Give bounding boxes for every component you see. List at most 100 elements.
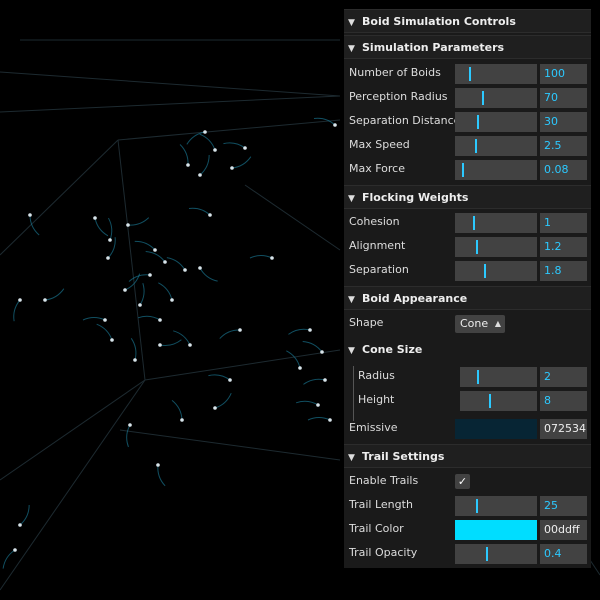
slider-handle[interactable] bbox=[462, 163, 464, 177]
trail-length-input[interactable]: 25 bbox=[540, 496, 587, 516]
enable-trails-checkbox[interactable]: ✓ bbox=[455, 474, 470, 489]
boid bbox=[186, 163, 190, 167]
alignment-input[interactable]: 1.2 bbox=[540, 237, 587, 257]
number-of-boids-input[interactable]: 100 bbox=[540, 64, 587, 84]
control-label: Shape bbox=[349, 316, 384, 329]
section-title: Boid Appearance bbox=[362, 292, 468, 305]
separation-slider[interactable] bbox=[455, 261, 537, 281]
boid-trail bbox=[94, 217, 109, 237]
section-header-simulation[interactable]: ▼ Simulation Parameters bbox=[344, 35, 591, 59]
emissive-hex-input[interactable]: 072534 bbox=[540, 419, 587, 439]
chevron-down-icon: ▼ bbox=[348, 44, 355, 54]
radius-slider[interactable] bbox=[460, 367, 537, 387]
control-label: Max Speed bbox=[349, 138, 410, 151]
boid bbox=[103, 318, 107, 322]
trail-color-swatch[interactable] bbox=[455, 520, 537, 540]
number-of-boids-slider[interactable] bbox=[455, 64, 537, 84]
boid bbox=[243, 146, 247, 150]
control-cohesion: Cohesion 1 bbox=[344, 210, 591, 234]
boid-trail bbox=[307, 417, 331, 421]
cohesion-input[interactable]: 1 bbox=[540, 213, 587, 233]
height-input[interactable]: 8 bbox=[540, 391, 587, 411]
boid bbox=[43, 298, 47, 302]
boid bbox=[203, 130, 207, 134]
trail-length-slider[interactable] bbox=[455, 496, 537, 516]
chevron-down-icon: ▼ bbox=[348, 194, 355, 204]
section-header-flocking[interactable]: ▼ Flocking Weights bbox=[344, 185, 591, 209]
alignment-slider[interactable] bbox=[455, 237, 537, 257]
boid-trail bbox=[130, 338, 137, 361]
boid-trail bbox=[157, 464, 166, 487]
boid-trail bbox=[134, 240, 156, 251]
section-title: Trail Settings bbox=[362, 450, 445, 463]
control-label: Cohesion bbox=[349, 215, 400, 228]
boid bbox=[208, 213, 212, 217]
trail-color-hex-input[interactable]: 00ddff bbox=[540, 520, 587, 540]
chevron-down-icon: ▼ bbox=[348, 346, 355, 356]
max-force-input[interactable]: 0.08 bbox=[540, 160, 587, 180]
max-speed-slider[interactable] bbox=[455, 136, 537, 156]
slider-handle[interactable] bbox=[489, 394, 491, 408]
boid-trail bbox=[137, 315, 161, 321]
separation-distance-input[interactable]: 30 bbox=[540, 112, 587, 132]
slider-handle[interactable] bbox=[482, 91, 484, 105]
separation-input[interactable]: 1.8 bbox=[540, 261, 587, 281]
slider-handle[interactable] bbox=[473, 216, 475, 230]
boid-trail bbox=[199, 154, 210, 176]
control-separation: Separation 1.8 bbox=[344, 258, 591, 282]
section-title: Simulation Parameters bbox=[362, 41, 505, 54]
section-header-cone-size[interactable]: ▼ Cone Size bbox=[344, 338, 591, 362]
slider-handle[interactable] bbox=[477, 115, 479, 129]
control-label: Emissive bbox=[349, 421, 398, 434]
slider-handle[interactable] bbox=[469, 67, 471, 81]
trail-opacity-slider[interactable] bbox=[455, 544, 537, 564]
boid bbox=[156, 463, 160, 467]
boid-trail bbox=[219, 329, 241, 339]
boid bbox=[213, 148, 217, 152]
max-force-slider[interactable] bbox=[455, 160, 537, 180]
boid bbox=[106, 256, 110, 260]
slider-handle[interactable] bbox=[476, 499, 478, 513]
section-header-trail[interactable]: ▼ Trail Settings bbox=[344, 444, 591, 468]
slider-handle[interactable] bbox=[477, 370, 479, 384]
boid bbox=[170, 298, 174, 302]
slider-handle[interactable] bbox=[475, 139, 477, 153]
panel-title-bar[interactable]: ▼ Boid Simulation Controls bbox=[344, 9, 591, 33]
boid bbox=[308, 328, 312, 332]
control-label: Height bbox=[358, 393, 395, 406]
boid bbox=[158, 343, 162, 347]
trail-opacity-input[interactable]: 0.4 bbox=[540, 544, 587, 564]
height-slider[interactable] bbox=[460, 391, 537, 411]
control-label: Separation Distance bbox=[349, 114, 461, 127]
control-label: Trail Opacity bbox=[349, 546, 418, 559]
section-title: Cone Size bbox=[362, 343, 423, 356]
control-trail-length: Trail Length 25 bbox=[344, 493, 591, 517]
boid bbox=[328, 418, 332, 422]
boid-trail bbox=[96, 323, 113, 341]
control-height: Height 8 bbox=[344, 388, 591, 412]
boid bbox=[163, 260, 167, 264]
boid-trail bbox=[214, 392, 232, 409]
boid bbox=[298, 366, 302, 370]
slider-handle[interactable] bbox=[484, 264, 486, 278]
boid-trail bbox=[166, 257, 186, 271]
boid-trail bbox=[295, 400, 319, 406]
section-header-appearance[interactable]: ▼ Boid Appearance bbox=[344, 286, 591, 310]
boid bbox=[126, 223, 130, 227]
slider-handle[interactable] bbox=[476, 240, 478, 254]
boid-trail bbox=[13, 299, 21, 322]
boid-trail bbox=[126, 424, 131, 448]
emissive-color-swatch[interactable] bbox=[455, 419, 537, 439]
section-title: Flocking Weights bbox=[362, 191, 469, 204]
boid-trail bbox=[303, 378, 326, 385]
control-label: Perception Radius bbox=[349, 90, 448, 103]
slider-handle[interactable] bbox=[486, 547, 488, 561]
perception-radius-input[interactable]: 70 bbox=[540, 88, 587, 108]
separation-distance-slider[interactable] bbox=[455, 112, 537, 132]
boid-flock bbox=[2, 117, 337, 569]
max-speed-input[interactable]: 2.5 bbox=[540, 136, 587, 156]
cohesion-slider[interactable] bbox=[455, 213, 537, 233]
perception-radius-slider[interactable] bbox=[455, 88, 537, 108]
radius-input[interactable]: 2 bbox=[540, 367, 587, 387]
shape-select[interactable]: Cone ▲ bbox=[455, 315, 505, 333]
